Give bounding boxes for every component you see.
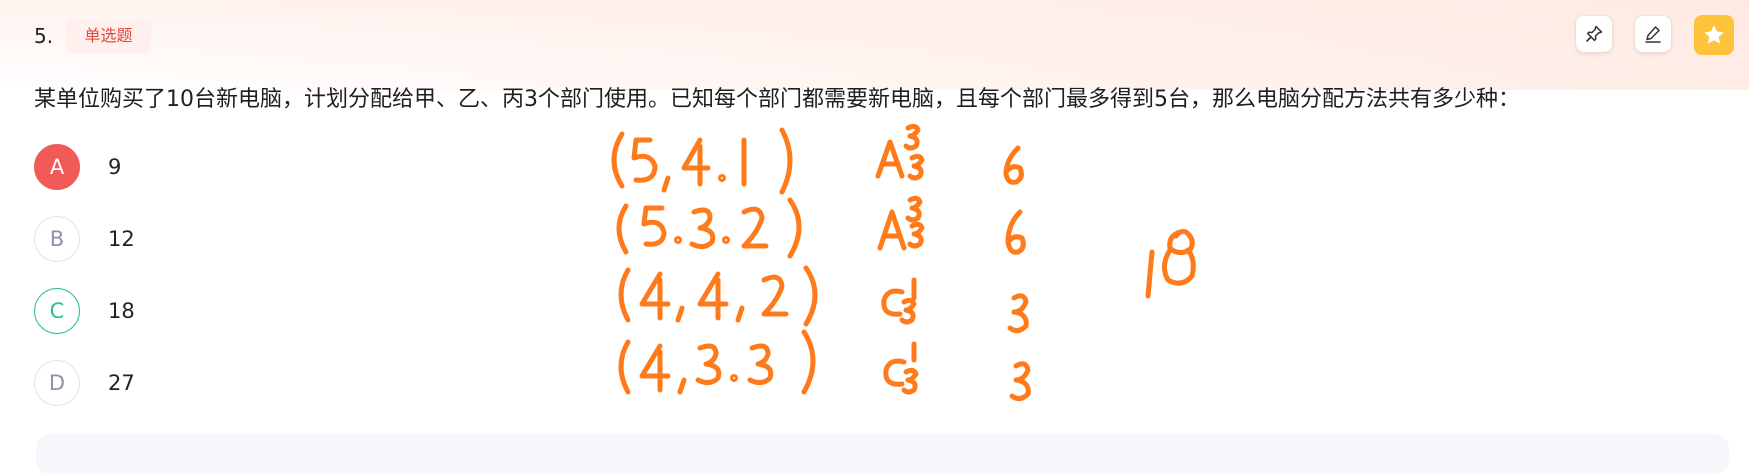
option-c-text: 18	[108, 299, 135, 323]
question-type-badge: 单选题	[66, 19, 151, 53]
note-row-3	[618, 265, 1029, 334]
favorite-button[interactable]	[1694, 15, 1734, 55]
star-icon	[1704, 25, 1724, 44]
note-row-2	[616, 195, 1026, 259]
edit-icon	[1645, 26, 1661, 43]
option-d[interactable]: D 27	[34, 358, 135, 408]
note-row-1	[611, 123, 1024, 195]
note-total	[1145, 229, 1196, 299]
question-text: 某单位购买了10台新电脑，计划分配给甲、乙、丙3个部门使用。已知每个部门都需要新…	[34, 87, 1520, 112]
option-b[interactable]: B 12	[34, 214, 135, 264]
pin-button[interactable]	[1576, 16, 1612, 52]
question-number: 5.	[34, 24, 54, 48]
option-a[interactable]: A 9	[34, 142, 121, 192]
header-background	[0, 0, 1749, 90]
option-c-letter: C	[34, 288, 80, 334]
option-b-letter: B	[34, 216, 80, 262]
pin-icon	[1586, 25, 1603, 42]
option-c[interactable]: C 18	[34, 286, 135, 336]
option-b-text: 12	[108, 227, 135, 251]
handwritten-annotation	[611, 123, 1196, 402]
option-d-text: 27	[108, 371, 135, 395]
note-row-4	[618, 329, 1031, 402]
option-d-letter: D	[34, 360, 80, 406]
option-a-text: 9	[108, 155, 122, 179]
edit-button[interactable]	[1635, 16, 1671, 52]
option-a-letter: A	[34, 144, 80, 190]
analysis-panel	[36, 434, 1729, 474]
